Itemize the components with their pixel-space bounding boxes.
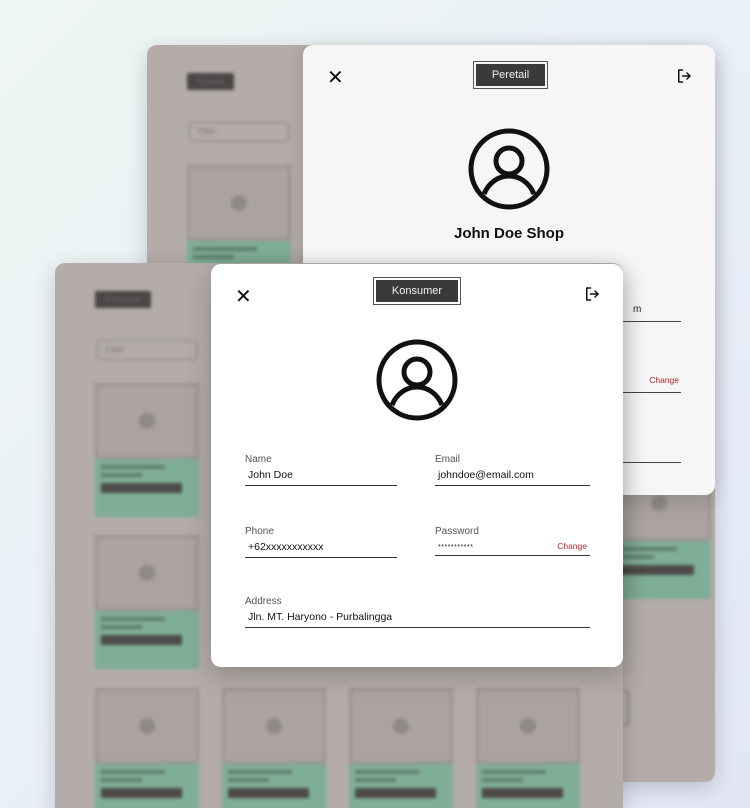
product-image	[222, 688, 326, 764]
password-field[interactable]: Password *********** Change	[435, 526, 590, 556]
phone-value[interactable]: +62xxxxxxxxxxx	[245, 539, 397, 558]
mockup-stage: Peretail Filter ✕ Peretail John Doe Shop…	[0, 0, 750, 808]
password-label: Password	[435, 526, 479, 537]
email-field-partial: m	[623, 304, 681, 322]
email-value[interactable]: johndoe@email.com	[435, 467, 590, 486]
product-info	[349, 764, 453, 808]
product-card	[222, 688, 326, 808]
role-badge: Konsumer	[373, 277, 461, 305]
email-text: johndoe@email.com	[438, 469, 534, 481]
product-info	[95, 459, 199, 517]
phone-text: +62xxxxxxxxxxx	[248, 541, 324, 553]
product-card	[476, 688, 580, 808]
address-field-partial	[623, 445, 681, 463]
product-image	[187, 165, 291, 241]
product-info	[95, 611, 199, 669]
name-field[interactable]: Name John Doe	[245, 454, 397, 486]
product-image	[95, 535, 199, 611]
phone-label: Phone	[245, 526, 274, 537]
logout-icon[interactable]	[583, 285, 601, 308]
change-password-link[interactable]: Change	[557, 541, 587, 551]
shop-name: John Doe Shop	[454, 225, 564, 242]
name-label: Name	[245, 454, 272, 465]
product-image	[349, 688, 453, 764]
logout-icon[interactable]	[675, 67, 693, 90]
email-label: Email	[435, 454, 461, 465]
role-label: Peretail	[476, 64, 545, 86]
name-value[interactable]: John Doe	[245, 467, 397, 486]
consumer-profile-panel: ✕ Konsumer Name John Doe Email johndoe@e…	[211, 264, 623, 667]
password-value[interactable]: *********** Change	[435, 539, 590, 556]
product-image	[95, 688, 199, 764]
product-info	[476, 764, 580, 808]
filter-field: Filter	[97, 340, 197, 360]
filter-field: Filter	[189, 122, 289, 142]
password-text: ***********	[438, 544, 474, 551]
email-value-partial: m	[633, 304, 642, 315]
phone-field[interactable]: Phone +62xxxxxxxxxxx	[245, 526, 397, 558]
close-icon[interactable]: ✕	[327, 67, 344, 87]
user-avatar-icon	[467, 127, 551, 216]
product-image	[95, 383, 199, 459]
address-label: Address	[245, 596, 282, 607]
password-field-partial: Change	[623, 375, 681, 393]
user-avatar-icon	[375, 338, 459, 427]
product-info	[222, 764, 326, 808]
role-badge: Peretail	[473, 61, 548, 89]
product-image	[476, 688, 580, 764]
change-password-link[interactable]: Change	[649, 375, 679, 385]
address-field[interactable]: Address Jln. MT. Haryono - Purbalingga	[245, 596, 590, 628]
product-card	[95, 535, 199, 669]
product-card	[95, 688, 199, 808]
header-chip: Konsumer	[95, 291, 152, 308]
role-label: Konsumer	[376, 280, 458, 302]
email-field[interactable]: Email johndoe@email.com	[435, 454, 590, 486]
header-chip: Peretail	[187, 73, 235, 90]
address-value[interactable]: Jln. MT. Haryono - Purbalingga	[245, 609, 590, 628]
product-card	[349, 688, 453, 808]
product-card	[95, 383, 199, 517]
address-text: Jln. MT. Haryono - Purbalingga	[248, 611, 393, 623]
close-icon[interactable]: ✕	[235, 286, 252, 306]
name-text: John Doe	[248, 469, 293, 481]
product-info	[95, 764, 199, 808]
